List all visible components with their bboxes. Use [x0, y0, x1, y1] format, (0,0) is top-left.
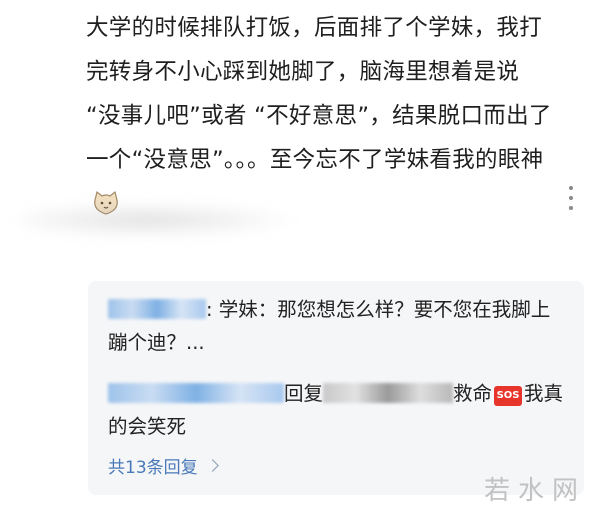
reply-item[interactable]: 回复 救命 SOS 我真的会笑死 — [108, 377, 568, 443]
view-replies-label: 共13条回复 — [108, 458, 198, 478]
reply-separator: : — [206, 298, 213, 321]
watermark: 若水网 — [484, 476, 587, 506]
reply-item[interactable]: : 学妹：那您想怎么样？要不您在我脚上蹦个迪？... — [108, 293, 568, 359]
reply-text-before: 救命 — [453, 382, 493, 405]
comment-content: 大学的时候排队打饭，后面排了个学妹，我打完转身不小心踩到她脚了，脑海里想着是说 … — [86, 15, 552, 173]
masked-author — [108, 299, 206, 319]
more-options-button[interactable] — [566, 186, 576, 210]
blurred-region — [20, 202, 300, 238]
reply-action: 回复 — [284, 382, 324, 405]
view-all-replies-link[interactable]: 共13条回复 — [108, 453, 219, 478]
masked-author — [108, 383, 284, 403]
chevron-right-icon — [205, 459, 219, 472]
replies-panel: : 学妹：那您想怎么样？要不您在我脚上蹦个迪？... 回复 救命 SOS 我真的会笑死… — [88, 281, 584, 495]
sos-icon: SOS — [494, 386, 523, 406]
masked-target — [323, 383, 454, 403]
comment-text: 大学的时候排队打饭，后面排了个学妹，我打完转身不小心踩到她脚了，脑海里想着是说 … — [86, 6, 556, 226]
